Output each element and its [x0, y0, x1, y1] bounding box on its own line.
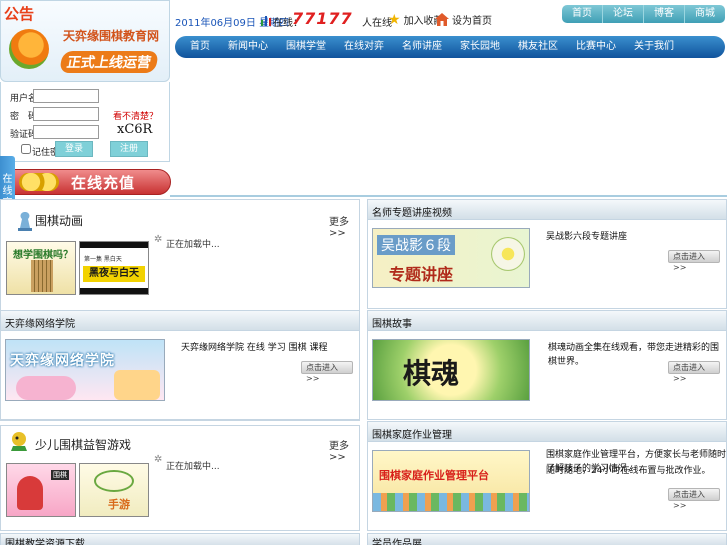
set-home-link[interactable]: 设为首页: [435, 12, 492, 27]
login-button[interactable]: 登录: [55, 141, 93, 157]
panel-resource-download-header: 围棋教学资源下载: [1, 534, 359, 545]
top-tab-1[interactable]: 首页: [562, 5, 603, 23]
set-home-label: 设为首页: [452, 16, 492, 27]
remember-checkbox[interactable]: [21, 144, 31, 154]
animation-thumb-2-label: 黑夜与白天: [83, 266, 145, 282]
panel-homework-header: 围棋家庭作业管理: [368, 422, 726, 442]
nav-item-1[interactable]: 首页: [181, 36, 219, 58]
username-input[interactable]: [33, 89, 99, 103]
nav-item-6[interactable]: 家长园地: [451, 36, 509, 58]
panel-master-lecture: 名师专题讲座视频 吴战影６段 专题讲座 吴战影六段专题讲座 点击进入 >>: [367, 199, 727, 309]
nav-item-7[interactable]: 棋友社区: [509, 36, 567, 58]
panel-go-story-header: 围棋故事: [368, 311, 726, 331]
panel-master-lecture-header: 名师专题讲座视频: [368, 200, 726, 220]
homework-banner[interactable]: 围棋家庭作业管理平台: [372, 450, 530, 512]
site-logo-icon: [9, 29, 49, 69]
online-counter: 77177: [292, 9, 353, 28]
star-icon: ★: [388, 11, 401, 28]
master-lecture-desc: 吴战影六段专题讲座: [546, 232, 628, 242]
house-icon: [435, 13, 449, 26]
recharge-button[interactable]: 在线充值: [14, 169, 171, 195]
nav-item-5[interactable]: 名师讲座: [393, 36, 451, 58]
login-box: 用户名： 密 码： 看不清楚？ 验证码： xC6R 记住密码 登录 注册: [0, 82, 170, 162]
panel-master-lecture-title: 名师专题讲座视频: [372, 208, 452, 219]
homework-desc-line2: 随时随地，24小时在线布置与批改作业。: [546, 466, 711, 476]
top-tab-2[interactable]: 论坛: [603, 5, 644, 23]
coins-icon: [19, 173, 59, 191]
panel-student-works: 学员作品展: [367, 533, 727, 545]
notice-subline: 正式上线运营: [59, 51, 159, 73]
master-lecture-banner-title: 吴战影６段: [377, 235, 455, 255]
password-input[interactable]: [33, 107, 99, 121]
panel-animation-more-link[interactable]: 更多>>: [329, 213, 359, 239]
recharge-label: 在线充值: [71, 174, 136, 192]
register-button[interactable]: 注册: [110, 141, 148, 157]
top-tabs: 首页 论坛 博客 商城: [562, 5, 725, 23]
captcha-image[interactable]: xC6R: [117, 122, 152, 137]
panel-student-works-title: 学员作品展: [372, 539, 422, 545]
game-thumb-1[interactable]: 围棋: [6, 463, 76, 517]
panel-network-academy-header: 天弈缘网络学院: [1, 311, 359, 331]
panel-network-academy: 天弈缘网络学院 天弈缘网络学院 天弈缘网络学院 在线 学习 围棋 课程 点击进入…: [0, 310, 360, 420]
animation-thumb-1[interactable]: 想学围棋吗？: [6, 241, 76, 295]
top-tab-4[interactable]: 商城: [685, 5, 725, 23]
master-lecture-banner[interactable]: 吴战影６段 专题讲座: [372, 228, 530, 288]
panel-resource-download: 围棋教学资源下载: [0, 533, 360, 545]
panel-go-story: 围棋故事 棋魂 棋魂动画全集在线观看，带您走进精彩的围棋世界。 点击进入 >>: [367, 310, 727, 420]
homework-banner-title: 围棋家庭作业管理平台: [379, 469, 489, 482]
animation-thumb-2[interactable]: 第一集 黑白天 黑夜与白天: [79, 241, 149, 295]
go-story-enter-button[interactable]: 点击进入 >>: [668, 361, 720, 383]
animation-thumb-1-label: 想学围棋吗？: [13, 250, 73, 261]
loading-spinner-icon-2: ✲: [154, 454, 163, 465]
game-thumb-1-label: 围棋: [51, 470, 69, 480]
top-tab-3[interactable]: 博客: [644, 5, 685, 23]
animation-loading-text: 正在加载中...: [166, 240, 220, 250]
panel-games-more-link[interactable]: 更多>>: [329, 437, 359, 463]
nav-item-4[interactable]: 在线对弈: [335, 36, 393, 58]
captcha-input[interactable]: [33, 125, 99, 139]
header-divider: [170, 195, 727, 197]
panel-network-academy-title: 天弈缘网络学院: [5, 319, 75, 330]
nav-item-9[interactable]: 关于我们: [625, 36, 683, 58]
panel-student-works-header: 学员作品展: [368, 534, 726, 545]
network-academy-enter-button[interactable]: 点击进入 >>: [301, 361, 353, 383]
go-story-banner[interactable]: 棋魂: [372, 339, 530, 401]
animation-thumb-2-episode: 第一集 黑白天: [84, 256, 122, 263]
master-lecture-banner-subtitle: 专题讲座: [389, 265, 454, 284]
captcha-refresh-link[interactable]: 看不清楚？: [113, 109, 158, 122]
master-lecture-enter-button[interactable]: 点击进入 >>: [668, 250, 720, 272]
notice-headline: 天弈缘围棋教育网: [63, 29, 160, 43]
panel-homework: 围棋家庭作业管理 围棋家庭作业管理平台 围棋家庭作业管理平台，方便家长与老师随时…: [367, 421, 727, 531]
current-date: 2011年06月09日 星期四: [175, 18, 290, 29]
bar-chart-icon: [261, 16, 271, 26]
nav-item-3[interactable]: 围棋学堂: [277, 36, 335, 58]
panel-games-title: 少儿围棋益智游戏: [35, 438, 132, 452]
network-academy-desc: 天弈缘网络学院 在线 学习 围棋 课程: [181, 343, 328, 353]
notice-banner[interactable]: 公告 天弈缘围棋教育网 正式上线运营: [0, 0, 170, 82]
network-academy-banner[interactable]: 天弈缘网络学院: [5, 339, 165, 401]
games-loading-text: 正在加载中...: [166, 462, 220, 472]
main-nav: 首页 新闻中心 围棋学堂 在线对弈 名师讲座 家长园地 棋友社区 比赛中心 关于…: [175, 36, 725, 58]
panel-go-story-title: 围棋故事: [372, 319, 412, 330]
homework-enter-button[interactable]: 点击进入 >>: [668, 488, 720, 510]
notice-tag: 公告: [4, 5, 35, 23]
chess-piece-icon: [18, 212, 32, 231]
panel-animation-title: 围棋动画: [35, 214, 84, 228]
game-thumb-2-label: 手游: [108, 498, 130, 511]
network-academy-banner-title: 天弈缘网络学院: [10, 353, 115, 369]
nav-item-8[interactable]: 比赛中心: [567, 36, 625, 58]
go-story-banner-title: 棋魂: [403, 357, 460, 390]
panel-games: 少儿围棋益智游戏 更多>> 围棋 手游 ✲ 正在加载中...: [0, 425, 360, 531]
loading-spinner-icon: ✲: [154, 234, 163, 245]
nav-item-2[interactable]: 新闻中心: [219, 36, 277, 58]
game-thumb-2[interactable]: 手游: [79, 463, 149, 517]
panel-homework-title: 围棋家庭作业管理: [372, 430, 452, 441]
mascot-icon: [11, 432, 27, 451]
panel-resource-download-title: 围棋教学资源下载: [5, 539, 85, 545]
